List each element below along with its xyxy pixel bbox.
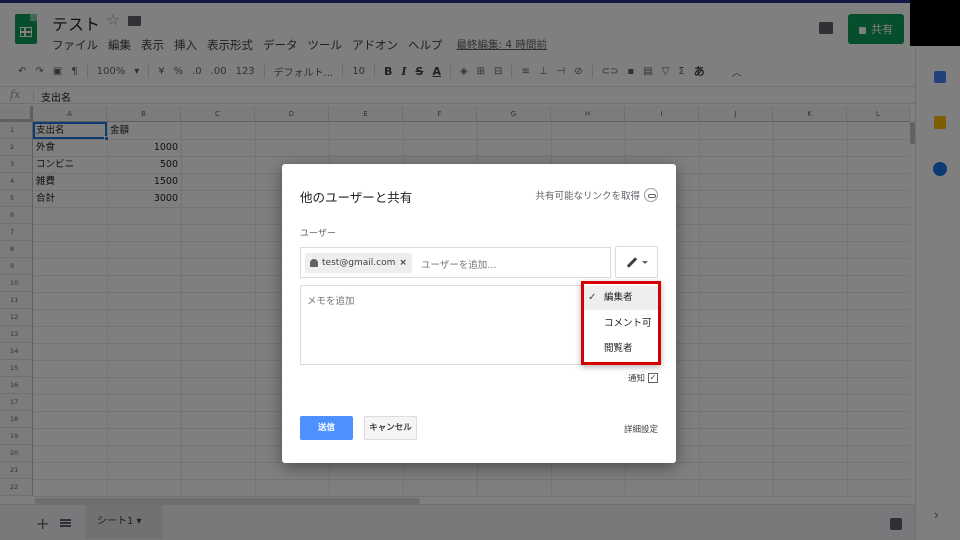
get-shareable-link[interactable]: 共有可能なリンクを取得: [535, 188, 658, 202]
cancel-button[interactable]: キャンセル: [364, 416, 417, 440]
permission-option-editor[interactable]: ✓ 編集者: [584, 286, 658, 310]
permission-option-viewer[interactable]: 閲覧者: [584, 337, 658, 361]
memo-placeholder: メモを追加: [307, 296, 355, 307]
permission-label: コメント可: [604, 318, 652, 329]
advanced-settings-link[interactable]: 詳細設定: [624, 423, 658, 435]
chip-remove-icon[interactable]: ×: [399, 258, 407, 268]
pencil-icon: [626, 256, 637, 268]
permission-dropdown-button[interactable]: [615, 246, 658, 278]
user-chip[interactable]: test@gmail.com ×: [305, 253, 412, 273]
chip-email: test@gmail.com: [322, 258, 396, 268]
chevron-down-icon: [641, 260, 648, 264]
notify-option[interactable]: 通知 ✓: [628, 372, 658, 384]
add-user-placeholder[interactable]: ユーザーを追加...: [421, 257, 496, 271]
get-link-label: 共有可能なリンクを取得: [535, 191, 640, 202]
permission-option-commenter[interactable]: コメント可: [584, 312, 658, 336]
notify-checkbox[interactable]: ✓: [648, 373, 658, 383]
check-icon: ✓: [588, 292, 597, 303]
person-icon: [310, 259, 318, 267]
users-label: ユーザー: [300, 229, 336, 239]
link-icon: [644, 188, 658, 202]
notify-label: 通知: [627, 374, 645, 384]
user-input-field[interactable]: test@gmail.com × ユーザーを追加...: [300, 247, 611, 278]
permission-label: 閲覧者: [604, 343, 633, 354]
permission-menu: ✓ 編集者 コメント可 閲覧者: [581, 281, 661, 365]
dialog-title: 他のユーザーと共有: [300, 190, 413, 205]
permission-label: 編集者: [604, 292, 633, 303]
send-button[interactable]: 送信: [300, 416, 353, 440]
